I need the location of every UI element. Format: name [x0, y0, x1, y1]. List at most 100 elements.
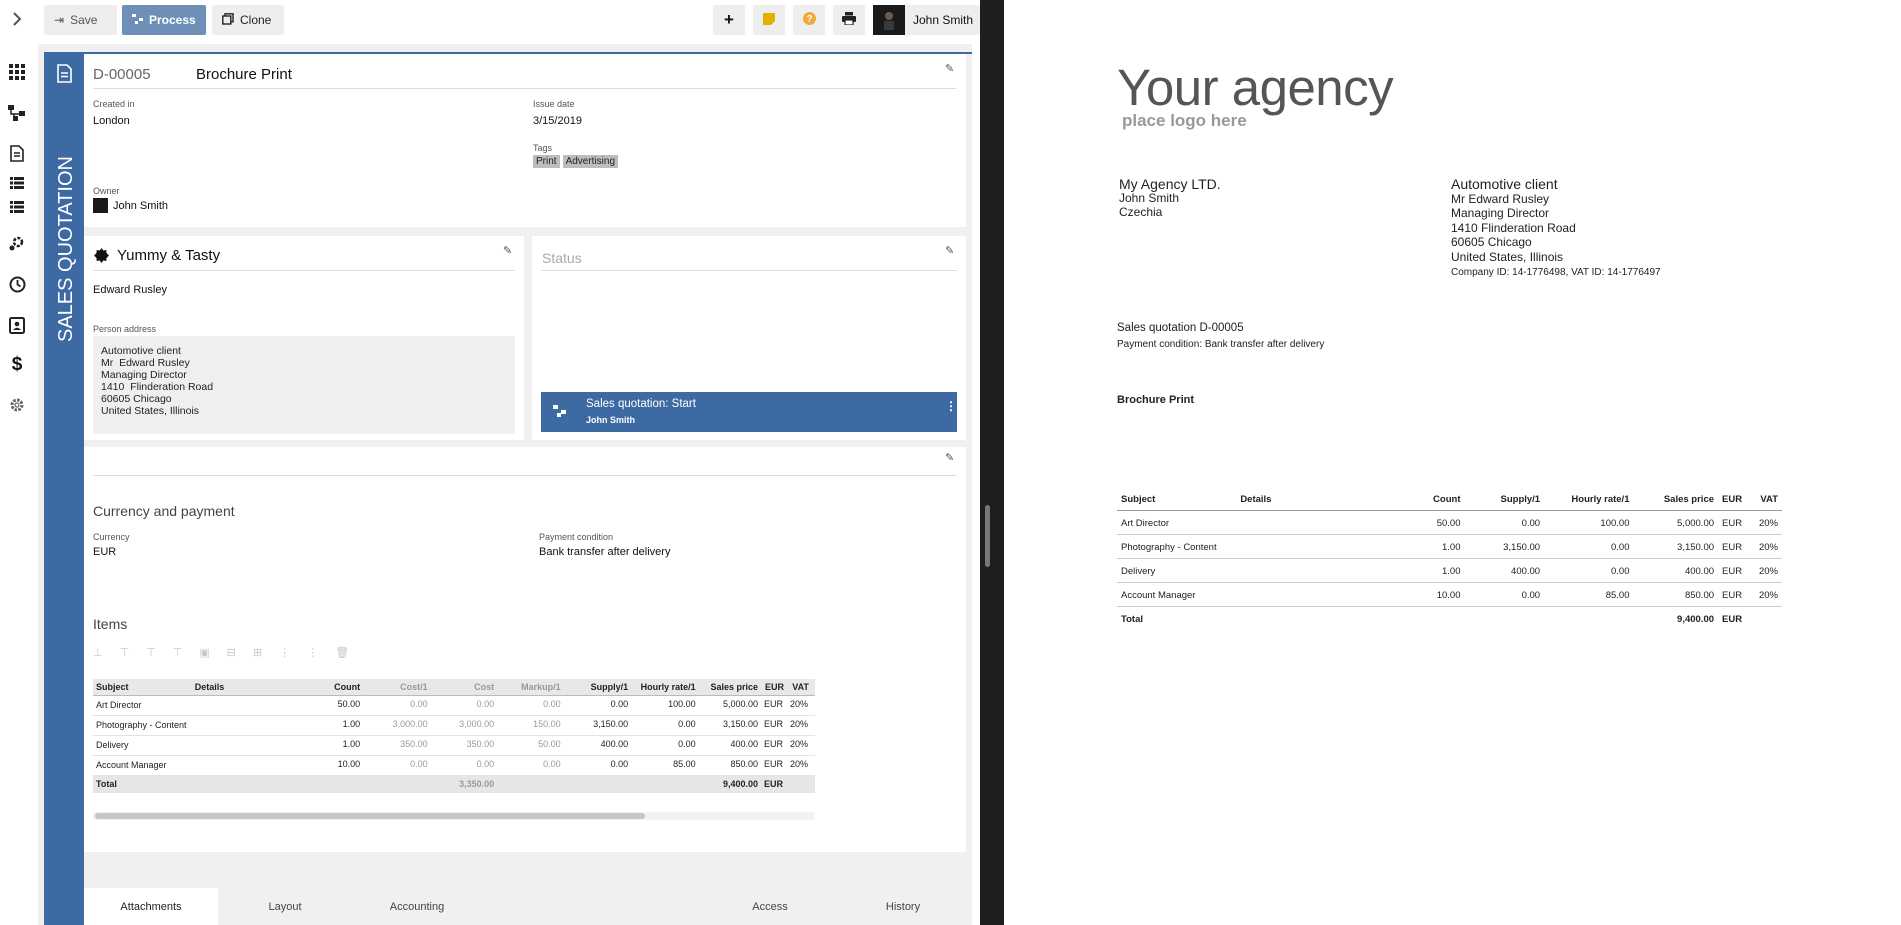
header-row-icon[interactable]: ⊟: [227, 646, 236, 659]
payment-condition-value[interactable]: Bank transfer after delivery: [539, 546, 670, 558]
tab-accounting[interactable]: Accounting: [350, 888, 484, 925]
address-line: Mr Edward Rusley: [101, 357, 190, 369]
currency-label: Currency: [93, 532, 130, 542]
workflow-icon[interactable]: [6, 102, 28, 124]
client-person[interactable]: Edward Rusley: [93, 284, 167, 296]
person-address-box[interactable]: Automotive client Mr Edward Rusley Manag…: [93, 336, 515, 434]
table-cell: 0.00: [1464, 582, 1545, 607]
list-icon[interactable]: [6, 196, 28, 218]
workflow-step[interactable]: Sales quotation: Start John Smith ⋮: [541, 392, 957, 432]
split-divider[interactable]: [980, 0, 1004, 925]
insert-group-icon[interactable]: ⊤: [173, 646, 183, 659]
add-button[interactable]: +: [713, 5, 745, 35]
tag[interactable]: Print: [533, 155, 560, 168]
process-button[interactable]: Process: [122, 5, 206, 35]
workflow-icon: [553, 405, 566, 420]
workflow-icon: [132, 13, 143, 27]
table-cell: 0.00: [430, 695, 498, 716]
edit-icon[interactable]: ✎: [945, 451, 954, 464]
clock-icon[interactable]: [6, 273, 28, 295]
owner-field[interactable]: John Smith: [93, 198, 168, 213]
tab-layout[interactable]: Layout: [218, 888, 352, 925]
printer-icon: [842, 12, 856, 28]
address-line: United States, Illinois: [101, 405, 200, 417]
currency-value[interactable]: EUR: [93, 546, 116, 558]
clone-button[interactable]: Clone: [212, 5, 284, 35]
table-cell: Delivery: [1117, 558, 1237, 583]
column-header: Subject: [1117, 487, 1237, 511]
table-row: Account Manager 10.00 0.00 85.00 850.00 EUR 20…: [1117, 582, 1782, 607]
horizontal-scrollbar[interactable]: [93, 812, 815, 820]
insert-row-above-icon[interactable]: ⊤: [120, 646, 130, 659]
image-icon[interactable]: ▣: [199, 646, 209, 659]
scrollbar-thumb[interactable]: [95, 813, 645, 819]
table-cell: 85.00: [1544, 582, 1634, 607]
tab-history[interactable]: History: [836, 888, 970, 925]
table-cell: Photography - Content: [93, 715, 192, 736]
address-line: 60605 Chicago: [101, 393, 172, 405]
table-cell: 3,150.00: [1633, 534, 1719, 559]
table-cell: 0.00: [1544, 558, 1634, 583]
notes-button[interactable]: [753, 5, 785, 35]
table-cell: 20%: [1746, 534, 1782, 559]
edit-icon[interactable]: ✎: [945, 244, 954, 257]
insert-row-icon[interactable]: ⊥: [93, 646, 103, 659]
more-icon[interactable]: ⋮: [307, 646, 318, 659]
client-company[interactable]: Yummy & Tasty: [117, 247, 220, 264]
tags-list[interactable]: Print Advertising: [533, 155, 621, 168]
clone-icon: [222, 12, 234, 28]
more-icon[interactable]: ⋮: [945, 400, 957, 412]
client-block: Automotive client Mr Edward Rusley Manag…: [1451, 177, 1661, 281]
grid-icon[interactable]: [6, 61, 28, 83]
client-line: Managing Director: [1451, 206, 1550, 220]
contacts-icon[interactable]: [6, 314, 28, 336]
scrollbar-thumb[interactable]: [985, 505, 990, 567]
table-row[interactable]: Art Director 50.00 0.00 0.00 0.00 0.00 100.00 5…: [93, 695, 815, 716]
table-cell: EUR: [761, 735, 787, 756]
tab-attachments[interactable]: Attachments: [84, 888, 218, 925]
issue-date-value[interactable]: 3/15/2019: [533, 115, 582, 127]
insert-row-below-icon[interactable]: ⊤: [146, 646, 156, 659]
process-label: Process: [149, 13, 196, 27]
help-button[interactable]: ?: [793, 5, 825, 35]
items-section-title: Items: [93, 616, 128, 632]
table-row[interactable]: Photography - Content 1.00 3,000.00 3,000.0…: [93, 715, 815, 736]
table-row: Delivery 1.00 400.00 0.00 400.00 EUR 20%: [1117, 558, 1782, 583]
tab-access[interactable]: Access: [703, 888, 837, 925]
document-icon[interactable]: [6, 142, 28, 164]
table-cell: 0.00: [563, 755, 632, 776]
created-in-value[interactable]: London: [93, 115, 130, 127]
print-button[interactable]: [833, 5, 865, 35]
table-cell: [1236, 534, 1395, 559]
table-cell: 50.00: [305, 695, 364, 716]
chevron-right-icon[interactable]: [6, 8, 28, 30]
more-icon[interactable]: ⋮: [279, 646, 290, 659]
edit-icon[interactable]: ✎: [503, 244, 512, 257]
table-cell: Account Manager: [1117, 582, 1237, 607]
column-header: Sales price: [1633, 487, 1719, 511]
client-ids: Company ID: 14-1776498, VAT ID: 14-17764…: [1451, 267, 1661, 278]
delete-icon[interactable]: 🗑: [335, 646, 349, 659]
edit-icon[interactable]: ✎: [945, 62, 954, 75]
save-button[interactable]: ⇥ Save: [44, 5, 117, 35]
table-cell: 0.00: [631, 715, 699, 736]
table-cell: [1544, 607, 1633, 631]
owner-name: John Smith: [113, 199, 169, 212]
table-cell: [1236, 558, 1395, 583]
table-row[interactable]: Account Manager 10.00 0.00 0.00 0.00 0.00 85.0…: [93, 755, 815, 776]
record-title[interactable]: Brochure Print: [196, 66, 292, 83]
table-cell: 0.00: [631, 735, 699, 756]
document-title: Sales quotation D-00005: [1117, 322, 1244, 334]
table-cell: 3,150.00: [698, 715, 762, 736]
dollar-icon[interactable]: $: [6, 354, 28, 376]
table-row[interactable]: Delivery 1.00 350.00 350.00 50.00 400.00 0.00 4…: [93, 735, 815, 756]
client-line: Mr Edward Rusley: [1451, 191, 1550, 206]
list-icon[interactable]: [6, 172, 28, 194]
columns-icon[interactable]: ⊞: [253, 646, 262, 659]
gear-icon[interactable]: [6, 394, 28, 416]
tag[interactable]: Advertising: [562, 155, 619, 168]
table-cell: 0.00: [430, 755, 498, 776]
table-cell: [191, 695, 306, 716]
settings-icon[interactable]: [6, 232, 28, 254]
user-menu[interactable]: John Smith: [873, 5, 980, 35]
